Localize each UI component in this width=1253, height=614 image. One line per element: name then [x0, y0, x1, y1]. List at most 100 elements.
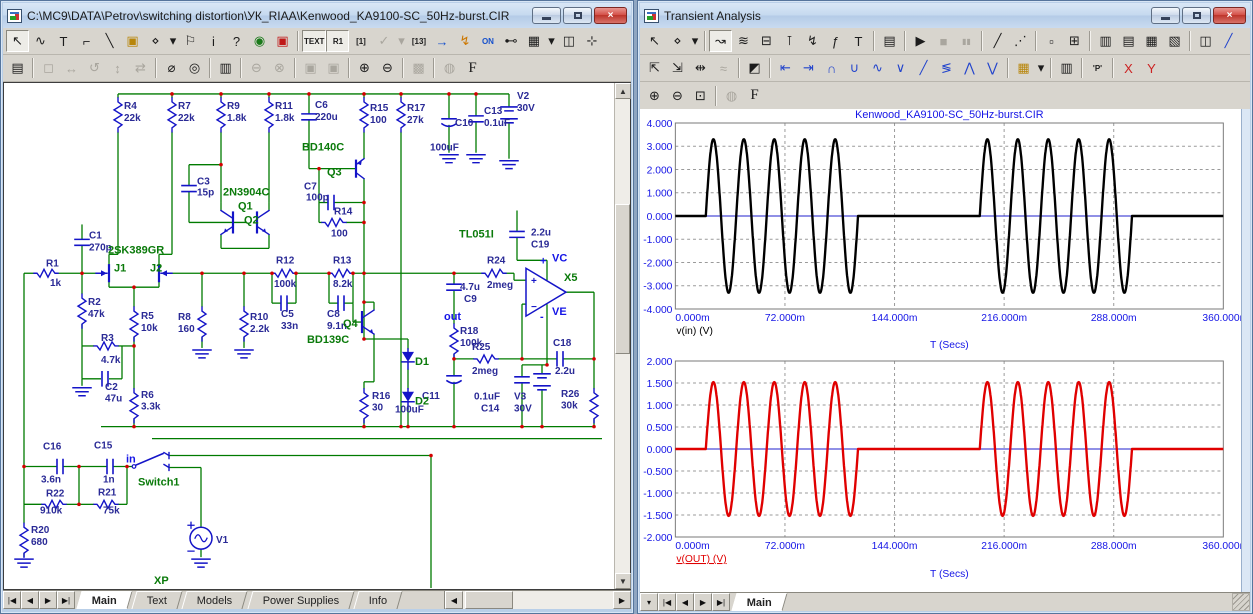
- split-plot-toggle[interactable]: ◫: [1194, 30, 1217, 52]
- tab-main[interactable]: Main: [76, 591, 132, 609]
- cursor-jump-left-icon[interactable]: ⇱: [643, 57, 666, 79]
- pattern-dots-sparse-toggle[interactable]: ▧: [1163, 30, 1186, 52]
- flag-mode-icon[interactable]: ⚐: [179, 30, 202, 52]
- go-to-low-icon[interactable]: ∨: [889, 57, 912, 79]
- tab-nav-next-icon[interactable]: ▶: [694, 593, 712, 611]
- zoom-in-button[interactable]: ⊕: [353, 57, 376, 79]
- tab-nav-last-icon[interactable]: ▶|: [712, 593, 730, 611]
- text-mode-icon[interactable]: T: [847, 30, 870, 52]
- wire-mode-icon[interactable]: ∿: [29, 30, 52, 52]
- go-to-wave-icon[interactable]: ∿: [866, 57, 889, 79]
- page-border-toggle[interactable]: ◫: [557, 30, 580, 52]
- axis-values-toggle[interactable]: ⊺: [778, 30, 801, 52]
- format-button[interactable]: ▦: [1012, 57, 1035, 79]
- tab-power-supplies[interactable]: Power Supplies: [247, 591, 355, 609]
- go-to-valley-icon[interactable]: ∪: [843, 57, 866, 79]
- pattern-horizontal-toggle[interactable]: ▤: [1117, 30, 1140, 52]
- no-float-icon[interactable]: ▣: [271, 30, 294, 52]
- line-mode-icon[interactable]: ╲: [98, 30, 121, 52]
- tab-models[interactable]: Models: [182, 591, 249, 609]
- waveform-select-icon[interactable]: ◩: [743, 57, 766, 79]
- component-icon[interactable]: ▣: [121, 30, 144, 52]
- numeric-output-button[interactable]: ▥: [1055, 57, 1078, 79]
- x-scale-button[interactable]: X: [1117, 57, 1140, 79]
- pattern-dots-dense-toggle[interactable]: ▦: [1140, 30, 1163, 52]
- find-button[interactable]: ⌀: [160, 57, 183, 79]
- info-window-button[interactable]: ▥: [214, 57, 237, 79]
- performance-tag-button[interactable]: 'P': [1086, 57, 1109, 79]
- tab-text[interactable]: Text: [131, 591, 182, 609]
- format-dropdown[interactable]: ▾: [1035, 57, 1047, 79]
- zoom-in-button[interactable]: ⊕: [643, 85, 666, 107]
- slope-tool[interactable]: ╱: [1217, 30, 1240, 52]
- transient-plot-area[interactable]: Kenwood_KA9100-SC_50Hz-burst.CIR4.0003.0…: [640, 109, 1241, 592]
- font-button[interactable]: F: [743, 85, 766, 107]
- horizontal-scroll-track[interactable]: [463, 591, 613, 609]
- line-tool[interactable]: ╱: [986, 30, 1009, 52]
- font-button[interactable]: F: [461, 57, 484, 79]
- zoom-out-button[interactable]: ⊖: [376, 57, 399, 79]
- tab-nav-first-icon[interactable]: |◀: [658, 593, 676, 611]
- go-to-peak-icon[interactable]: ∩: [820, 57, 843, 79]
- zoom-out-button[interactable]: ⊖: [666, 85, 689, 107]
- tag-formula-toggle[interactable]: ƒ: [824, 30, 847, 52]
- select-tool[interactable]: ↖: [6, 30, 29, 52]
- scale-mode-toggle[interactable]: ↝: [709, 30, 732, 52]
- schematic-horizontal-scrollbar[interactable]: ◀▶: [444, 591, 631, 609]
- restore-button[interactable]: [563, 7, 592, 24]
- cursor-mode-toggle[interactable]: ≋: [732, 30, 755, 52]
- text-mode-icon[interactable]: T: [52, 30, 75, 52]
- polyline-tool[interactable]: ⋰: [1009, 30, 1032, 52]
- component-picker-icon[interactable]: ⋄: [144, 30, 167, 52]
- analysis-titlebar[interactable]: Transient Analysis ×: [640, 3, 1250, 28]
- scroll-down-icon[interactable]: ▼: [615, 573, 631, 589]
- tag-point-toggle[interactable]: ↯: [801, 30, 824, 52]
- tab-nav-dropdown-icon[interactable]: ▾: [640, 593, 658, 611]
- select-region-tool[interactable]: ▫: [1040, 30, 1063, 52]
- power-display-toggle[interactable]: ↯: [453, 30, 476, 52]
- properties-button[interactable]: ▤: [6, 57, 29, 79]
- cross-cursor-toggle[interactable]: ⊹: [580, 30, 603, 52]
- global-low-icon[interactable]: ⋁: [981, 57, 1004, 79]
- horizontal-scroll-thumb[interactable]: [465, 591, 513, 609]
- node-numbers-toggle[interactable]: [1]: [349, 30, 372, 52]
- y-scale-button[interactable]: Y: [1140, 57, 1163, 79]
- zoom-region-button[interactable]: ⊡: [689, 85, 712, 107]
- cursor-move-right-icon[interactable]: ⇥: [797, 57, 820, 79]
- vertical-scroll-thumb[interactable]: [615, 204, 630, 354]
- scroll-up-icon[interactable]: ▲: [615, 83, 631, 99]
- tab-info[interactable]: Info: [354, 591, 404, 609]
- measure-box-toggle[interactable]: ⊟: [755, 30, 778, 52]
- close-button[interactable]: ×: [1213, 7, 1246, 24]
- pin-connection-toggle[interactable]: ⊷: [499, 30, 522, 52]
- close-button[interactable]: ×: [594, 7, 627, 24]
- tab-nav-next-icon[interactable]: ▶: [39, 591, 57, 609]
- grid-panel-tool[interactable]: ⊞: [1063, 30, 1086, 52]
- repeat-find-button[interactable]: ◎: [183, 57, 206, 79]
- run-button[interactable]: ▶: [909, 30, 932, 52]
- tab-nav-last-icon[interactable]: ▶|: [57, 591, 75, 609]
- component-picker-dropdown[interactable]: ▾: [167, 30, 179, 52]
- cursor-jump-right-icon[interactable]: ⇲: [666, 57, 689, 79]
- scroll-right-icon[interactable]: ▶: [613, 591, 631, 609]
- scroll-left-icon[interactable]: ◀: [445, 591, 463, 609]
- info-mode-icon[interactable]: i: [202, 30, 225, 52]
- web-doc-icon[interactable]: ◉: [248, 30, 271, 52]
- schematic-titlebar[interactable]: C:\MC9\DATA\Petrov\switching distortion\…: [3, 3, 631, 28]
- schematic[interactable]: +−R422kR722kR91.8kR111.8kC6220uR15100R17…: [4, 83, 614, 589]
- text-visibility-toggle[interactable]: TEXT: [302, 30, 326, 52]
- resize-grip[interactable]: [1232, 593, 1250, 611]
- tab-nav-first-icon[interactable]: |◀: [3, 591, 21, 609]
- global-high-icon[interactable]: ⋀: [958, 57, 981, 79]
- minimize-button[interactable]: [532, 7, 561, 24]
- current-display-toggle[interactable]: →: [430, 30, 453, 52]
- tab-nav-prev-icon[interactable]: ◀: [21, 591, 39, 609]
- graphics-dropdown[interactable]: ▾: [689, 30, 701, 52]
- cursor-move-left-icon[interactable]: ⇤: [774, 57, 797, 79]
- tab-nav-prev-icon[interactable]: ◀: [676, 593, 694, 611]
- attribute-visibility-toggle[interactable]: R1: [326, 30, 349, 52]
- condition-display-toggle[interactable]: ON: [476, 30, 499, 52]
- ortho-wire-mode-icon[interactable]: ⌐: [75, 30, 98, 52]
- properties-button[interactable]: ▤: [878, 30, 901, 52]
- graphics-picker-icon[interactable]: ⋄: [666, 30, 689, 52]
